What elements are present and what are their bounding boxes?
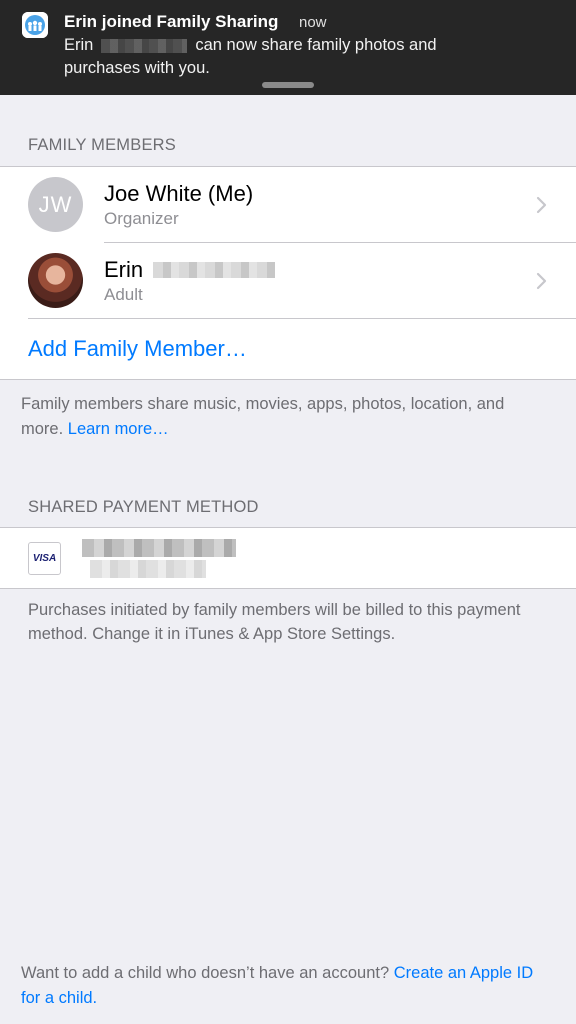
family-sharing-app-icon bbox=[22, 12, 48, 38]
banner-grabber-handle[interactable] bbox=[262, 82, 314, 88]
notification-title: Erin joined Family Sharing bbox=[64, 12, 279, 31]
redacted-card-number bbox=[90, 560, 206, 578]
member-name: Joe White (Me) bbox=[104, 181, 254, 206]
payment-footnote: Purchases initiated by family members wi… bbox=[28, 601, 521, 643]
redacted-card-name bbox=[82, 539, 236, 557]
visa-card-icon: VISA bbox=[28, 542, 61, 575]
shared-payment-header: SHARED PAYMENT METHOD bbox=[28, 498, 259, 516]
learn-more-link[interactable]: Learn more… bbox=[68, 420, 169, 438]
member-role: Organizer bbox=[104, 209, 179, 228]
notification-time: now bbox=[299, 14, 327, 31]
add-family-member-link[interactable]: Add Family Member… bbox=[28, 336, 247, 362]
family-members-list: JW Joe White (Me) Organizer Erin Adult A… bbox=[0, 166, 576, 380]
member-name: Erin bbox=[104, 257, 276, 283]
avatar: JW bbox=[28, 177, 83, 232]
notification-body: Erin can now share family photos and pur… bbox=[64, 34, 564, 80]
family-members-header: FAMILY MEMBERS bbox=[28, 136, 176, 154]
member-role: Adult bbox=[104, 285, 143, 304]
add-child-note: Want to add a child who doesn’t have an … bbox=[21, 961, 551, 1011]
notification-body-line2: purchases with you. bbox=[64, 59, 210, 77]
notification-banner[interactable]: Erin joined Family Sharing now Erin can … bbox=[0, 0, 576, 95]
notification-body-name: Erin bbox=[64, 36, 94, 54]
chevron-right-icon bbox=[536, 196, 547, 214]
family-members-footnote: Family members share music, movies, apps… bbox=[21, 392, 551, 442]
add-child-note-text: Want to add a child who doesn’t have an … bbox=[21, 964, 390, 982]
chevron-right-icon bbox=[536, 272, 547, 290]
redacted-surname bbox=[101, 38, 188, 53]
member-row-joe[interactable]: JW Joe White (Me) Organizer bbox=[0, 167, 576, 243]
redacted-surname bbox=[153, 262, 276, 278]
member-first-name: Erin bbox=[104, 257, 144, 282]
avatar bbox=[28, 253, 83, 308]
add-family-member-row[interactable]: Add Family Member… bbox=[0, 319, 576, 379]
payment-method-row[interactable]: VISA bbox=[0, 527, 576, 589]
notification-body-text: can now share family photos and bbox=[195, 36, 437, 54]
member-row-erin[interactable]: Erin Adult bbox=[0, 243, 576, 319]
